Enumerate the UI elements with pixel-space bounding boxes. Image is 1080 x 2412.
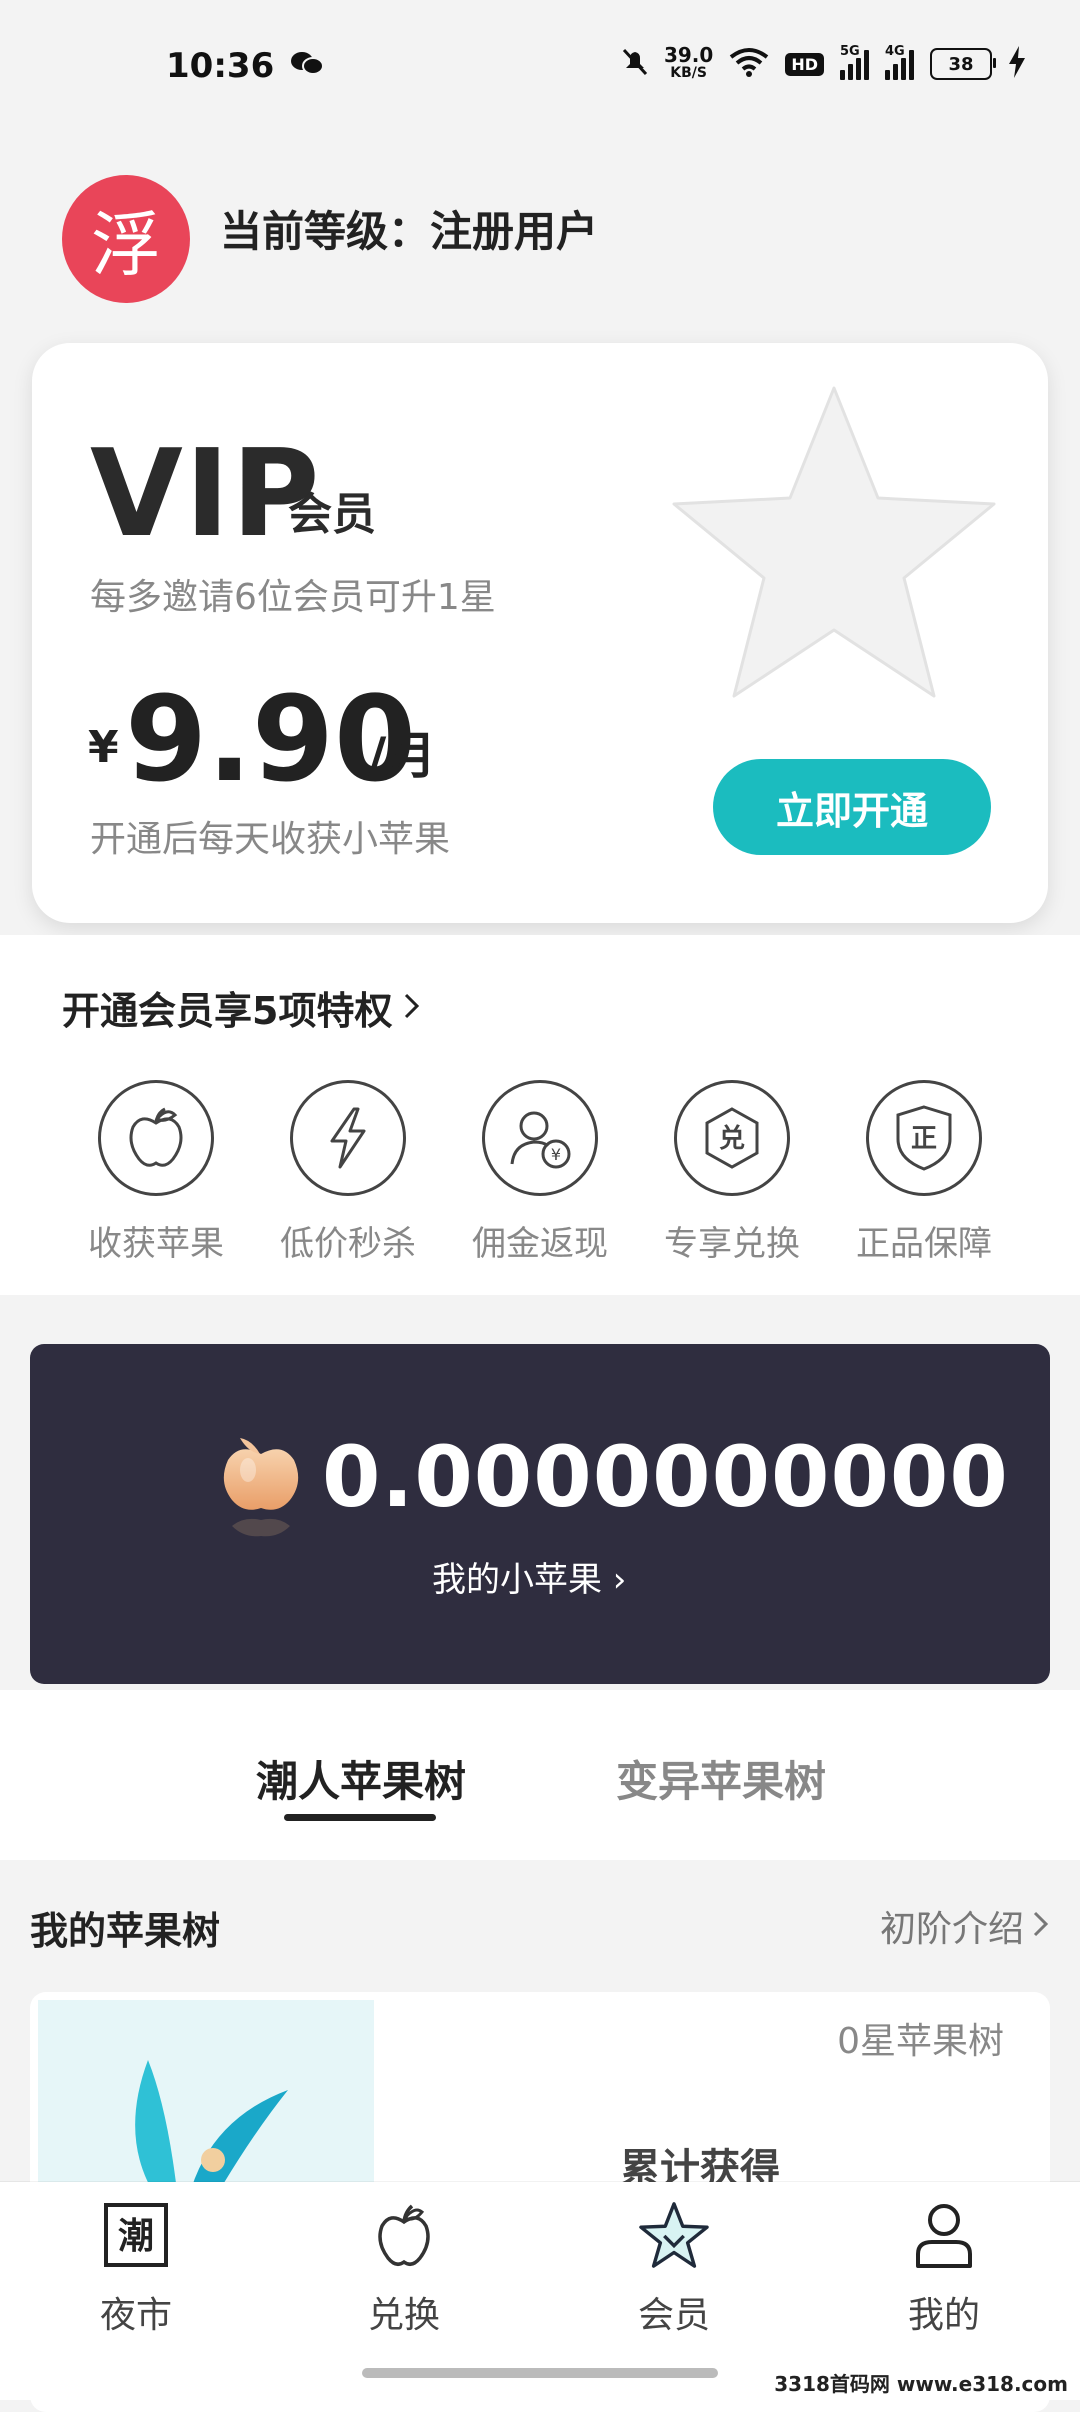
chevron-right-icon [1032, 1906, 1050, 1947]
privilege-label: 低价秒杀 [280, 1224, 416, 1264]
privilege-label: 正品保障 [856, 1224, 992, 1264]
tab-trendy-apple-tree[interactable]: 潮人苹果树 [256, 1748, 466, 1809]
watermark: 3318首码网 www.e318.com [774, 2372, 1068, 2396]
nav-night-market[interactable]: 潮 夜市 [56, 2200, 216, 2338]
tree-tabs [0, 1690, 1080, 1860]
privilege-label: 专享兑换 [664, 1224, 800, 1264]
vip-title: VIP [90, 425, 322, 564]
hd-badge: HD [785, 52, 824, 76]
nav-label: 会员 [637, 2295, 710, 2336]
star-icon [639, 2200, 709, 2270]
price-currency: ¥ [88, 722, 119, 773]
exchange-hex-icon: 兑 [674, 1080, 790, 1196]
svg-text:¥: ¥ [551, 1145, 561, 1164]
app-logo: 浮 [62, 175, 190, 303]
svg-text:兑: 兑 [719, 1124, 745, 1154]
signal-5g-icon: 5G [840, 44, 869, 80]
privilege-label: 佣金返现 [472, 1224, 608, 1264]
status-time: 10:36 [166, 46, 275, 86]
privilege-item-genuine[interactable]: 正 正品保障 [839, 1080, 1009, 1265]
genuine-shield-icon: 正 [866, 1080, 982, 1196]
user-cash-icon: ¥ [482, 1080, 598, 1196]
apple-balance-value: 0.0000000000 [322, 1428, 1009, 1526]
wifi-icon [729, 47, 769, 82]
svg-text:潮: 潮 [118, 2216, 154, 2257]
privilege-item-apple[interactable]: 收获苹果 [71, 1080, 241, 1265]
tab-mutant-apple-tree[interactable]: 变异苹果树 [616, 1748, 826, 1809]
battery-icon: 38 [930, 48, 996, 80]
svg-text:正: 正 [911, 1124, 937, 1154]
privileges-link[interactable]: 开通会员享5项特权 [62, 980, 422, 1035]
open-vip-button[interactable]: 立即开通 [713, 759, 991, 855]
privilege-label: 收获苹果 [88, 1224, 224, 1264]
nav-profile[interactable]: 我的 [864, 2200, 1024, 2338]
privilege-item-exchange[interactable]: 兑 专享兑换 [647, 1080, 817, 1265]
privilege-item-flash-sale[interactable]: 低价秒杀 [263, 1080, 433, 1265]
night-market-icon: 潮 [101, 2200, 171, 2270]
beginner-intro-label: 初阶介绍 [879, 1909, 1024, 1950]
chevron-right-icon [402, 986, 422, 1030]
tree-star-level: 0星苹果树 [837, 2021, 1004, 2062]
home-indicator[interactable] [362, 2368, 718, 2378]
nav-exchange[interactable]: 兑换 [324, 2200, 484, 2338]
nav-label: 夜市 [99, 2295, 172, 2336]
price-unit: /月 [368, 727, 437, 785]
signal-4g-icon: 4G [885, 44, 914, 80]
nav-label: 兑换 [367, 2295, 440, 2336]
peach-apple-icon [218, 1430, 304, 1560]
privileges-title: 开通会员享5项特权 [62, 989, 393, 1033]
tab-active-indicator [284, 1814, 436, 1821]
lightning-icon [290, 1080, 406, 1196]
wechat-icon [290, 50, 324, 76]
apple-icon [98, 1080, 214, 1196]
my-apples-link[interactable]: 我的小苹果 › [432, 1552, 626, 1601]
nav-member[interactable]: 会员 [594, 2200, 754, 2338]
status-indicators: 39.0 KB/S HD 5G 4G 38 [622, 44, 1026, 84]
vip-note: 开通后每天收获小苹果 [90, 819, 451, 860]
mute-icon [622, 48, 648, 81]
vip-title-suffix: 会员 [288, 489, 376, 540]
net-speed: 39.0 KB/S [663, 43, 714, 81]
apple-outline-icon [369, 2200, 439, 2270]
my-apple-tree-title: 我的苹果树 [30, 1909, 221, 1953]
profile-icon [909, 2200, 979, 2270]
charging-icon [1008, 45, 1026, 83]
current-level: 当前等级：注册用户 [220, 207, 599, 256]
nav-label: 我的 [907, 2295, 980, 2336]
vip-invite-desc: 每多邀请6位会员可升1星 [90, 577, 496, 618]
vip-star-icon [664, 380, 1004, 710]
beginner-intro-link[interactable]: 初阶介绍 [880, 1900, 1050, 1952]
privilege-item-commission[interactable]: ¥ 佣金返现 [455, 1080, 625, 1265]
